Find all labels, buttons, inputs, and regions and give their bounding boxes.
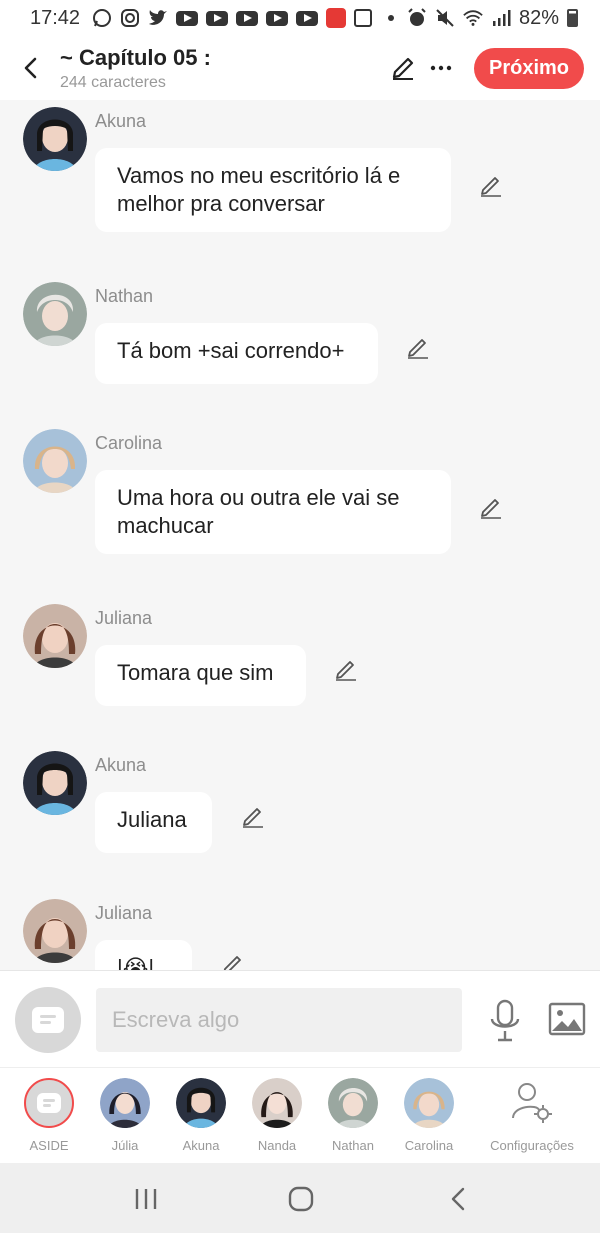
edit-message-icon[interactable] (333, 657, 359, 683)
twitter-icon (148, 8, 168, 28)
character-label: Nathan (332, 1138, 374, 1153)
sender-name: Juliana (95, 903, 153, 923)
character-label: Carolina (404, 1138, 454, 1153)
sender-name: Akuna (95, 755, 147, 775)
whatsapp-icon (92, 8, 112, 28)
avatar (404, 1078, 454, 1128)
avatar (176, 1078, 226, 1128)
message-bubble[interactable]: Vamos no meu escritório lá e melhor pra … (95, 148, 451, 232)
status-bar: 17:42 82% (0, 0, 600, 36)
character-label: Akuna (182, 1138, 220, 1153)
signal-icon (491, 8, 511, 28)
pencil-icon (392, 57, 414, 80)
back-button[interactable] (0, 36, 60, 100)
system-navigation-bar (0, 1163, 600, 1233)
avatar[interactable] (23, 604, 87, 668)
character-carolina[interactable]: Carolina (394, 1078, 464, 1153)
chat-area[interactable]: Akuna Vamos no meu escritório lá e melho… (0, 100, 600, 970)
recent-apps-button[interactable] (128, 1181, 164, 1217)
character-julia[interactable]: Júlia (90, 1078, 160, 1153)
message-bubble[interactable]: Uma hora ou outra ele vai se machucar (95, 470, 451, 554)
message-bubble[interactable]: Tomara que sim (95, 645, 306, 706)
more-options-button[interactable] (422, 48, 460, 88)
status-time: 17:42 (30, 6, 81, 29)
edit-message-icon[interactable] (478, 173, 504, 199)
edit-message-icon[interactable] (478, 495, 504, 521)
aside-icon (32, 1007, 64, 1033)
more-notifications-dot-icon (388, 15, 395, 21)
avatar (328, 1078, 378, 1128)
message-input[interactable] (96, 988, 462, 1052)
youtube-icon (176, 10, 199, 26)
settings-button[interactable]: Configurações (480, 1078, 584, 1153)
more-horizontal-icon (430, 65, 452, 71)
youtube-icon (266, 10, 289, 26)
character-akuna[interactable]: Akuna (166, 1078, 236, 1153)
youtube-icon (236, 10, 259, 26)
character-nanda[interactable]: Nanda (242, 1078, 312, 1153)
avatar (252, 1078, 302, 1128)
message-bubble[interactable]: Tá bom +sai correndo+ (95, 323, 378, 384)
battery-percent: 82% (518, 6, 559, 29)
sender-name: Carolina (95, 433, 163, 453)
edit-message-icon[interactable] (240, 804, 266, 830)
chevron-left-icon (24, 57, 37, 79)
avatar[interactable] (23, 899, 87, 963)
character-nathan[interactable]: Nathan (318, 1078, 388, 1153)
mute-icon (435, 8, 455, 28)
chevron-left-icon (451, 1187, 465, 1211)
character-aside[interactable]: ASIDE (14, 1078, 84, 1153)
user-settings-icon (512, 1083, 552, 1123)
composer-bar (0, 970, 600, 1067)
microphone-icon[interactable] (487, 999, 523, 1043)
next-button[interactable]: Próximo (474, 47, 584, 89)
character-label: ASIDE (29, 1138, 69, 1153)
battery-icon (567, 9, 578, 27)
mangatoon-icon (326, 8, 347, 28)
home-button[interactable] (283, 1181, 319, 1217)
aside-avatar (24, 1078, 74, 1128)
aside-icon (37, 1093, 61, 1113)
settings-label: Configurações (490, 1138, 574, 1153)
instagram-icon (120, 8, 140, 28)
gallery-notification-icon (354, 9, 373, 27)
character-label: Júlia (111, 1138, 139, 1153)
home-icon (288, 1186, 314, 1212)
character-count: 244 caracteres (60, 73, 166, 91)
avatar[interactable] (23, 751, 87, 815)
sender-name: Nathan (95, 286, 154, 306)
image-icon[interactable] (548, 1001, 586, 1037)
avatar[interactable] (23, 429, 87, 493)
edit-title-button[interactable] (384, 48, 422, 88)
chapter-header: ~ Capítulo 05 : 244 caracteres Próximo (0, 36, 600, 100)
youtube-icon (206, 10, 229, 26)
edit-message-icon[interactable] (405, 335, 431, 361)
avatar[interactable] (23, 107, 87, 171)
recent-apps-icon (135, 1189, 157, 1209)
avatar[interactable] (23, 282, 87, 346)
character-label: Nanda (257, 1138, 297, 1153)
youtube-icon (296, 10, 319, 26)
avatar (100, 1078, 150, 1128)
sender-name: Juliana (95, 608, 153, 628)
wifi-icon (463, 8, 483, 28)
message-bubble[interactable]: |😭| (95, 940, 192, 970)
alarm-icon (407, 8, 427, 28)
sender-name: Akuna (95, 111, 147, 131)
system-back-button[interactable] (440, 1181, 476, 1217)
edit-message-icon[interactable] (220, 952, 246, 970)
character-bar: ASIDE Júlia Akuna Nanda Nathan Carolina … (0, 1067, 600, 1163)
page-title: ~ Capítulo 05 : (60, 44, 211, 70)
title-block: ~ Capítulo 05 : 244 caracteres (60, 45, 211, 92)
message-bubble[interactable]: Juliana (95, 792, 212, 853)
aside-button[interactable] (15, 987, 81, 1053)
